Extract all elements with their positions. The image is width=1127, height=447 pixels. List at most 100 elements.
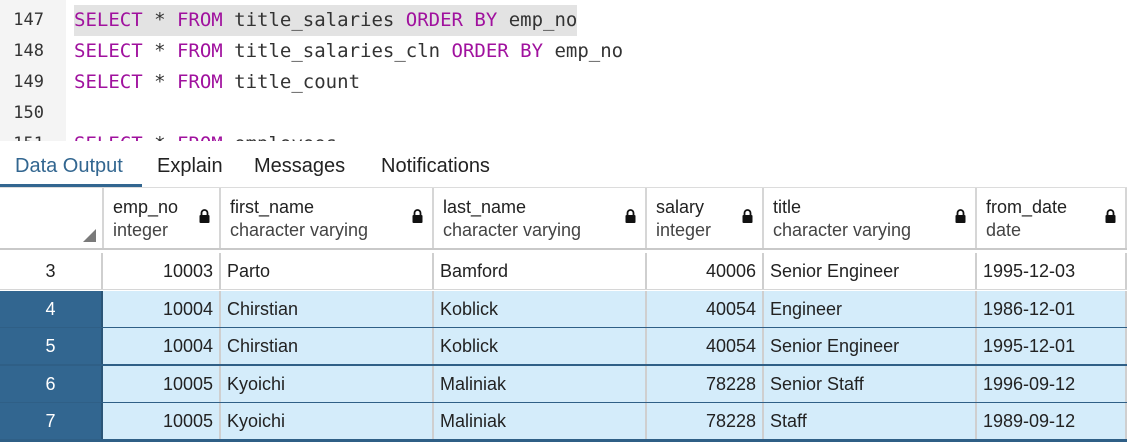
column-header-emp-no[interactable]: emp_nointeger — [104, 188, 221, 248]
sql-text: title_salaries_cln — [222, 40, 452, 62]
cell-title[interactable]: Senior Staff — [764, 365, 977, 403]
table-row[interactable]: 3 10003 Parto Bamford 40006 Senior Engineer 19… — [0, 253, 1127, 290]
column-type: integer — [656, 220, 712, 240]
code-line[interactable]: 148 SELECT * FROM title_salaries_cln ORDE… — [0, 36, 1127, 67]
column-name: title — [773, 197, 802, 217]
code-line[interactable]: 151 SELECT * FROM employees — [0, 129, 1127, 141]
cell-first-name[interactable]: Kyoichi — [221, 365, 434, 403]
sql-keyword: FROM — [177, 133, 223, 141]
cell-last-name[interactable]: Maliniak — [434, 365, 647, 403]
cell-last-name[interactable]: Koblick — [434, 290, 647, 328]
cell-last-name[interactable]: Koblick — [434, 328, 647, 365]
row-number[interactable]: 6 — [0, 365, 103, 403]
tab-data-output[interactable]: Data Output — [15, 141, 123, 187]
code-line[interactable]: 149 SELECT * FROM title_count — [0, 67, 1127, 98]
sql-text: * — [142, 9, 177, 31]
results-tab-bar: Data Output Explain Messages Notificatio… — [0, 141, 1127, 188]
sql-keyword: FROM — [176, 9, 223, 31]
cell-last-name[interactable]: Maliniak — [434, 403, 647, 440]
cell-first-name[interactable]: Kyoichi — [221, 403, 434, 440]
column-header-title[interactable]: title character varying — [764, 188, 977, 248]
column-name: from_date — [986, 197, 1068, 217]
cell-salary[interactable]: 78228 — [647, 365, 764, 403]
query-editor[interactable]: 147 SELECT * FROM title_salaries ORDER BY… — [0, 0, 1127, 141]
cell-first-name[interactable]: Chirstian — [221, 328, 434, 365]
sql-text: employees — [223, 133, 337, 141]
lock-icon — [955, 209, 966, 223]
column-type: character varying — [230, 220, 369, 240]
tab-notifications[interactable]: Notifications — [381, 141, 490, 187]
cell-title[interactable]: Senior Engineer — [764, 328, 977, 365]
cell-first-name[interactable]: Chirstian — [221, 290, 434, 328]
cell-first-name[interactable]: Parto — [221, 253, 434, 290]
sql-keyword: SELECT — [74, 9, 143, 31]
select-all-corner[interactable] — [0, 188, 104, 248]
cell-title[interactable]: Engineer — [764, 290, 977, 328]
lock-icon — [199, 209, 210, 223]
cell-salary[interactable]: 78228 — [647, 403, 764, 440]
column-header-from-date[interactable]: from_datedate — [977, 188, 1127, 248]
active-tab-indicator — [0, 184, 142, 187]
sql-text: title_salaries — [222, 9, 406, 31]
line-number: 147 — [13, 10, 44, 30]
code-text: SELECT * FROM title_salaries ORDER BY em… — [74, 5, 578, 36]
table-row[interactable]: 7 10005 Kyoichi Maliniak 78228 Staff 1989-09-1… — [0, 403, 1127, 442]
sql-keyword: FROM — [176, 71, 223, 93]
cell-title[interactable]: Senior Engineer — [764, 253, 977, 290]
sql-keyword: SELECT — [74, 40, 143, 62]
cell-from-date[interactable]: 1995-12-01 — [977, 328, 1127, 365]
column-name: salary — [656, 197, 705, 217]
sql-text: * — [142, 40, 177, 62]
row-number[interactable]: 5 — [0, 328, 103, 365]
sql-keyword: ORDER BY — [451, 40, 544, 62]
row-number[interactable]: 7 — [0, 403, 103, 440]
cell-from-date[interactable]: 1996-09-12 — [977, 365, 1127, 403]
column-header-salary[interactable]: salary integer — [647, 188, 764, 248]
column-name: last_name — [443, 197, 527, 217]
cell-emp-no[interactable]: 10003 — [104, 253, 221, 290]
table-row[interactable]: 6 10005 Kyoichi Maliniak 78228 Senior Staff 19… — [0, 365, 1127, 405]
column-header-first-name[interactable]: first_name character varying — [221, 188, 434, 248]
cell-emp-no[interactable]: 10005 — [104, 365, 221, 403]
table-row[interactable]: 4 10004 Chirstian Koblick 40054 Engineer 1986-… — [0, 290, 1127, 330]
sql-keyword: FROM — [176, 40, 223, 62]
cell-salary[interactable]: 40054 — [647, 290, 764, 328]
cell-from-date[interactable]: 1989-09-12 — [977, 403, 1127, 440]
cell-salary[interactable]: 40054 — [647, 328, 764, 365]
sql-text: emp_no — [497, 9, 578, 31]
row-number[interactable]: 3 — [0, 253, 103, 290]
code-text: SELECT * FROM title_count — [74, 67, 360, 98]
lock-icon — [625, 209, 636, 223]
sql-keyword: SELECT — [74, 71, 143, 93]
code-line[interactable]: 147 SELECT * FROM title_salaries ORDER BY… — [0, 5, 1127, 36]
cell-title[interactable]: Staff — [764, 403, 977, 440]
column-name: emp_no — [113, 197, 179, 217]
cell-from-date[interactable]: 1986-12-01 — [977, 290, 1127, 328]
column-type: character varying — [443, 220, 582, 240]
lock-icon — [742, 209, 753, 223]
row-number[interactable]: 4 — [0, 290, 103, 328]
cell-emp-no[interactable]: 10005 — [104, 403, 221, 440]
sql-text: * — [143, 133, 177, 141]
cell-salary[interactable]: 40006 — [647, 253, 764, 290]
tab-messages[interactable]: Messages — [254, 141, 345, 187]
tab-explain[interactable]: Explain — [157, 141, 223, 187]
column-type: integer — [113, 220, 169, 240]
column-type: date — [986, 220, 1022, 240]
cell-last-name[interactable]: Bamford — [434, 253, 647, 290]
column-header-last-name[interactable]: last_name character varying — [434, 188, 647, 248]
sql-text: * — [142, 71, 177, 93]
sql-keyword: SELECT — [74, 133, 143, 141]
sql-text: emp_no — [543, 40, 624, 62]
line-number: 148 — [13, 41, 44, 61]
code-line[interactable]: 150 — [0, 98, 1127, 129]
line-number: 151 — [0, 129, 44, 141]
code-text: SELECT * FROM title_salaries_cln ORDER B… — [74, 36, 623, 67]
cell-from-date[interactable]: 1995-12-03 — [977, 253, 1127, 290]
lock-icon — [412, 209, 423, 223]
cell-emp-no[interactable]: 10004 — [104, 290, 221, 328]
cell-emp-no[interactable]: 10004 — [104, 328, 221, 365]
code-text: SELECT * FROM employees — [74, 129, 337, 141]
lock-icon — [1105, 209, 1116, 223]
table-row[interactable]: 5 10004 Chirstian Koblick 40054 Senior Engine… — [0, 328, 1127, 367]
